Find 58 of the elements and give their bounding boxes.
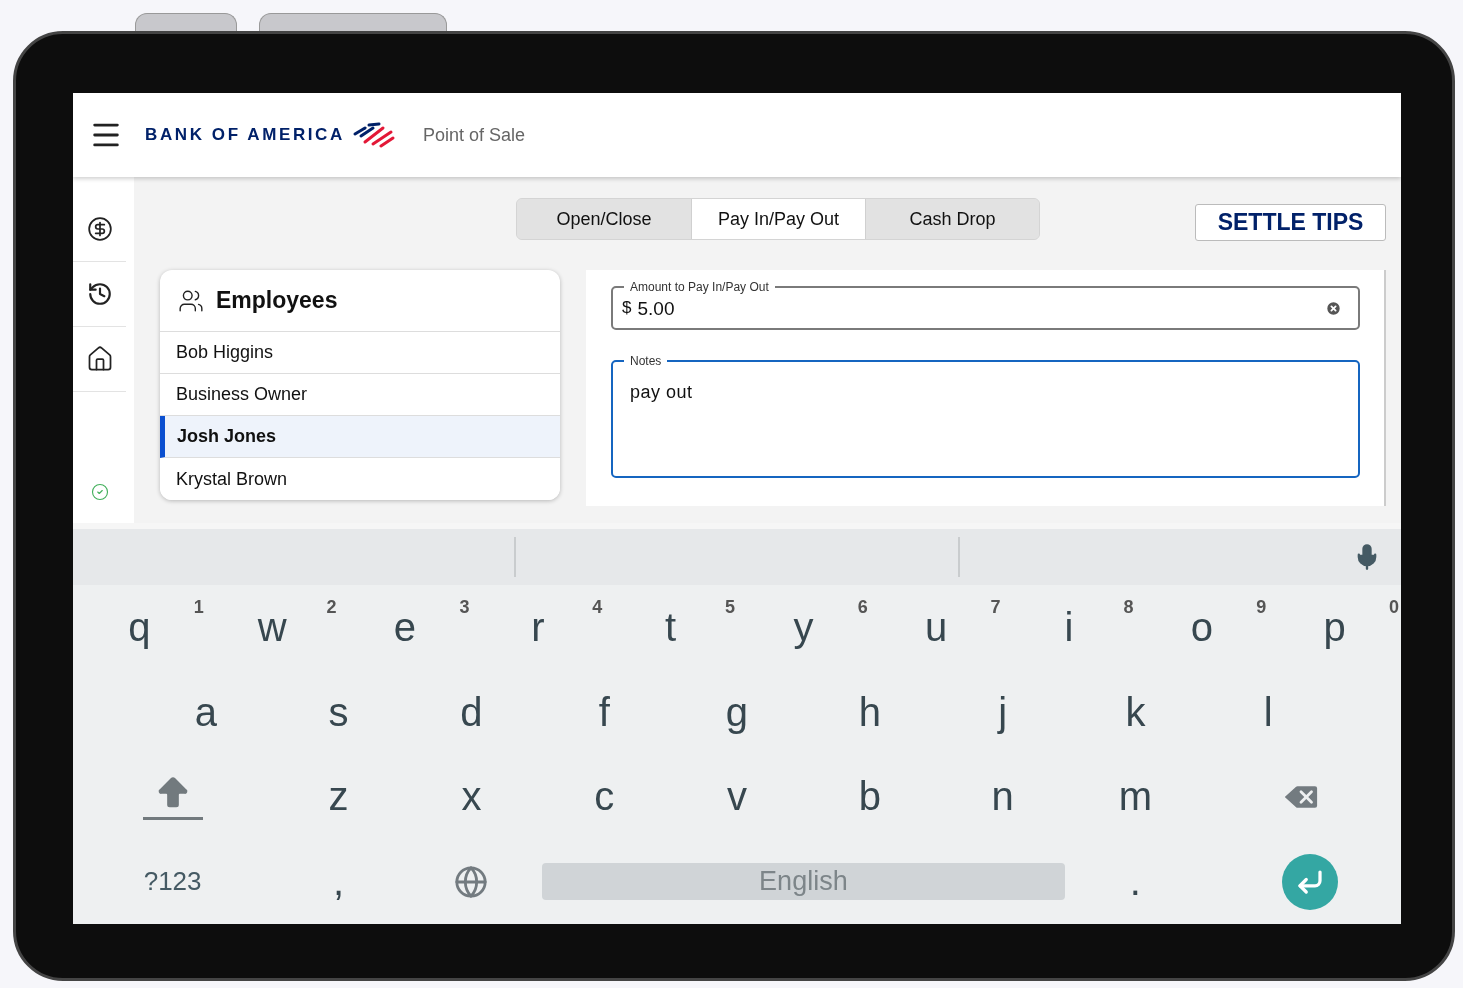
field-label: Notes xyxy=(629,354,663,368)
keyboard-key[interactable]: p 0 xyxy=(1268,585,1401,670)
symbols-key[interactable]: ?123 xyxy=(73,839,273,924)
key-hint: 5 xyxy=(725,597,735,618)
keyboard-key[interactable]: u 7 xyxy=(869,585,1003,670)
card-title: Employees xyxy=(216,287,338,314)
keyboard-key[interactable]: , xyxy=(272,839,405,924)
keyboard-key[interactable]: f xyxy=(537,669,671,755)
key-hint: 1 xyxy=(193,597,204,618)
keyboard-key[interactable]: v xyxy=(670,754,804,840)
keyboard-key[interactable]: o 9 xyxy=(1135,585,1269,670)
keyboard-key[interactable]: k xyxy=(1069,669,1202,755)
keyboard-key[interactable]: l xyxy=(1201,669,1335,755)
keyboard-key[interactable]: j xyxy=(936,669,1069,755)
keyboard-key[interactable]: r 4 xyxy=(471,585,605,670)
settle-tips-button[interactable]: SETTLE TIPS xyxy=(1195,204,1386,241)
keyboard-key[interactable]: y 6 xyxy=(737,585,870,670)
notes-input[interactable]: pay out xyxy=(622,368,1342,424)
key-hint: 8 xyxy=(1123,597,1134,618)
key-hint: 7 xyxy=(990,597,1001,618)
keyboard-key[interactable]: . xyxy=(1069,839,1202,924)
key-hint: 0 xyxy=(1389,597,1399,618)
keyboard-key[interactable]: e 3 xyxy=(338,585,472,670)
keyboard-key[interactable]: t 5 xyxy=(604,585,737,670)
keyboard-key[interactable]: c xyxy=(537,754,671,840)
keyboard-key[interactable]: i 8 xyxy=(1002,585,1136,670)
field-label: Amount to Pay In/Pay Out xyxy=(629,280,770,294)
key-hint: 9 xyxy=(1256,597,1267,618)
tab[interactable]: Pay In/Pay Out xyxy=(691,199,865,239)
keyboard-key[interactable]: g xyxy=(670,669,804,755)
keyboard-key[interactable]: d xyxy=(405,669,538,755)
keyboard-key[interactable]: b xyxy=(803,754,937,840)
app-title: Point of Sale xyxy=(422,124,525,146)
clear-icon[interactable] xyxy=(1325,300,1342,317)
key-hint: 2 xyxy=(326,597,337,618)
key-hint: 3 xyxy=(459,597,470,618)
keyboard-key[interactable]: a xyxy=(139,669,273,755)
keyboard-key[interactable]: h xyxy=(803,669,937,755)
keyboard-key[interactable]: q 1 xyxy=(73,585,206,670)
amount-field[interactable]: Amount to Pay In/Pay Out $ 5.00 xyxy=(611,280,1360,330)
keyboard-key[interactable]: z xyxy=(272,754,405,840)
logo-text: BANK OF AMERICA xyxy=(145,125,345,145)
keyboard-key[interactable]: m xyxy=(1069,754,1202,840)
tab[interactable]: Cash Drop xyxy=(865,199,1039,239)
keyboard-key[interactable]: x xyxy=(405,754,538,840)
employee-item[interactable]: Josh Jones xyxy=(160,416,560,458)
currency-prefix: $ xyxy=(622,298,632,318)
keyboard-key[interactable]: w 2 xyxy=(205,585,339,670)
amount-input[interactable]: 5.00 xyxy=(631,294,1325,320)
employee-item[interactable]: Bob Higgins xyxy=(160,332,560,374)
keyboard-key[interactable]: n xyxy=(936,754,1069,840)
keyboard-key[interactable]: s xyxy=(272,669,405,755)
key-hint: 6 xyxy=(857,597,868,618)
employee-item[interactable]: Krystal Brown xyxy=(160,458,560,500)
notes-field[interactable]: Notes pay out xyxy=(611,354,1360,478)
key-hint: 4 xyxy=(592,597,603,618)
check-icon xyxy=(90,483,109,501)
employee-item[interactable]: Business Owner xyxy=(160,374,560,416)
